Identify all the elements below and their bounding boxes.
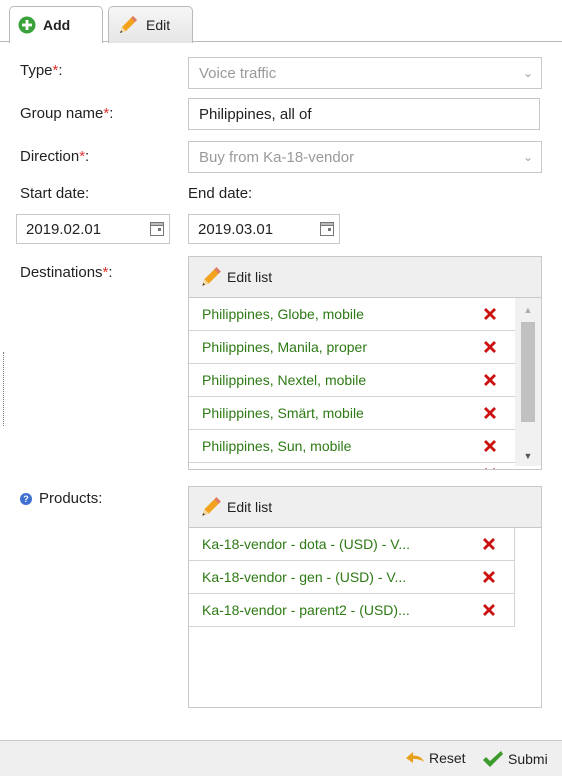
start-date-input[interactable]: 2019.02.01: [16, 214, 170, 244]
delete-icon[interactable]: [480, 535, 498, 553]
direction-select-value: Buy from Ka-18-vendor: [199, 148, 355, 166]
list-item-label: Ka-18-vendor - dota - (USD) - V...: [202, 536, 411, 552]
start-date-value: 2019.02.01: [26, 220, 102, 238]
destinations-scrollbar[interactable]: ▲ ▼: [515, 298, 541, 466]
destinations-label: Destinations*:: [20, 264, 113, 281]
form-footer: Reset Submi: [0, 740, 562, 776]
delete-icon[interactable]: [481, 338, 499, 356]
delete-icon[interactable]: [481, 404, 499, 422]
destinations-edit-list-button[interactable]: Edit list: [189, 257, 541, 298]
group-name-label: Group name*:: [20, 105, 114, 122]
list-item-label: Philippines, Nextel, mobile: [202, 372, 367, 388]
scrollbar-thumb[interactable]: [521, 322, 535, 422]
delete-icon[interactable]: [481, 437, 499, 455]
type-select[interactable]: Voice traffic ⌄: [188, 57, 542, 89]
pencil-icon: [199, 265, 223, 289]
divider: [3, 352, 4, 426]
delete-icon[interactable]: [481, 465, 499, 469]
list-item-label: Philippines, Sun, mobile: [202, 438, 352, 454]
destinations-edit-list-label: Edit list: [227, 269, 273, 285]
destinations-label-text: Destinations: [20, 264, 103, 281]
calendar-icon[interactable]: [315, 215, 339, 243]
delete-icon[interactable]: [481, 305, 499, 323]
list-item: Philippines, Nextel, mobile: [189, 364, 515, 397]
submit-label: Submi: [508, 751, 548, 767]
list-item-label: Ka-18-vendor - gen - (USD) - V...: [202, 569, 407, 585]
products-edit-list-button[interactable]: Edit list: [189, 487, 541, 528]
tab-bar: Add Edit: [0, 0, 562, 44]
tab-add-label: Add: [43, 17, 71, 33]
list-item: Philippines, Globe, mobile: [189, 298, 515, 331]
list-item-label: Ka-18-vendor - parent2 - (USD)...: [202, 602, 410, 618]
plus-circle-icon: [18, 16, 36, 34]
delete-icon[interactable]: [481, 371, 499, 389]
reset-label: Reset: [429, 750, 466, 766]
end-date-label: End date:: [188, 185, 253, 202]
help-icon[interactable]: ?: [20, 493, 32, 506]
direction-select[interactable]: Buy from Ka-18-vendor ⌄: [188, 141, 542, 173]
checkmark-icon: [482, 750, 504, 768]
calendar-icon[interactable]: [145, 215, 169, 243]
group-name-label-text: Group name: [20, 105, 104, 122]
delete-icon[interactable]: [480, 568, 498, 586]
pencil-icon: [117, 14, 139, 36]
list-item: Ka-18-vendor - dota - (USD) - V...: [189, 528, 515, 561]
destinations-rows: Philippines, Globe, mobile Philippines, …: [189, 298, 541, 469]
tab-edit[interactable]: Edit: [108, 6, 193, 43]
products-label: ? Products:: [20, 490, 102, 507]
products-rows: Ka-18-vendor - dota - (USD) - V... Ka-18…: [189, 528, 541, 707]
list-item: Philippines, Smärt, mobile: [189, 397, 515, 430]
list-item: Ka-18-vendor - gen - (USD) - V...: [189, 561, 515, 594]
list-item: Philippines, Manila, proper: [189, 331, 515, 364]
submit-button[interactable]: Submi: [482, 750, 548, 768]
delete-icon[interactable]: [480, 601, 498, 619]
list-item: Ka-18-vendor - parent2 - (USD)...: [189, 594, 515, 627]
start-date-label: Start date:: [20, 185, 90, 202]
group-name-input[interactable]: Philippines, all of: [188, 98, 540, 130]
list-item-label: Philippines, Globe, mobile: [202, 306, 364, 322]
list-item-partial: [189, 463, 515, 469]
products-label-text: Products:: [39, 490, 103, 507]
tab-edit-label: Edit: [146, 17, 171, 33]
reset-button[interactable]: Reset: [405, 750, 466, 766]
tab-add[interactable]: Add: [9, 6, 103, 44]
chevron-down-icon[interactable]: ⌄: [515, 142, 541, 172]
group-name-value: Philippines, all of: [199, 105, 312, 123]
type-label: Type*:: [20, 62, 63, 79]
scroll-up-icon[interactable]: ▲: [515, 300, 541, 320]
list-item-label: Philippines, Manila, proper: [202, 339, 367, 355]
type-label-text: Type: [20, 62, 53, 79]
chevron-down-icon[interactable]: ⌄: [515, 58, 541, 88]
end-date-value: 2019.03.01: [198, 220, 274, 238]
destinations-list: Edit list Philippines, Globe, mobile Phi…: [188, 256, 542, 470]
direction-label: Direction*:: [20, 148, 90, 165]
undo-arrow-icon: [405, 750, 425, 766]
pencil-icon: [199, 495, 223, 519]
end-date-input[interactable]: 2019.03.01: [188, 214, 340, 244]
scroll-down-icon[interactable]: ▼: [515, 446, 541, 466]
list-item-label: Philippines, Smärt, mobile: [202, 405, 364, 421]
list-item: Philippines, Sun, mobile: [189, 430, 515, 463]
products-edit-list-label: Edit list: [227, 499, 273, 515]
products-list: Edit list Ka-18-vendor - dota - (USD) - …: [188, 486, 542, 708]
direction-label-text: Direction: [20, 148, 80, 165]
type-select-value: Voice traffic: [199, 64, 277, 82]
